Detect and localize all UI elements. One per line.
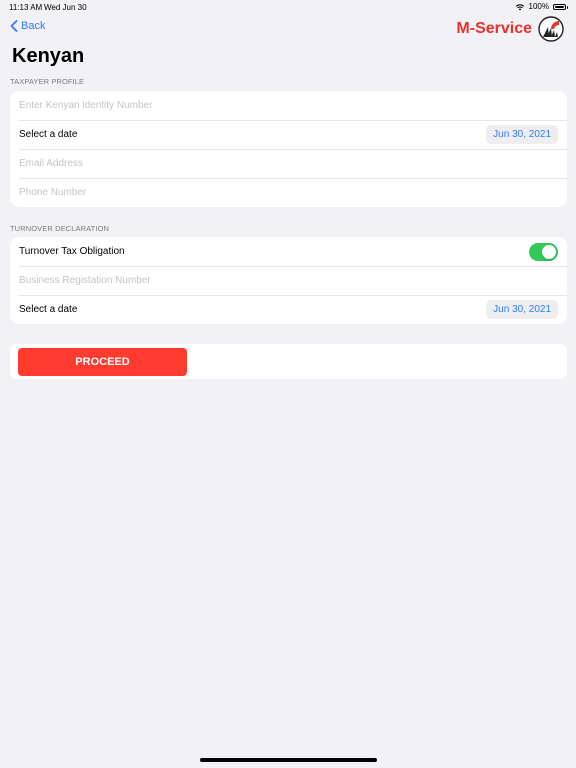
wifi-icon xyxy=(515,3,524,10)
profile-date-picker[interactable]: Jun 30, 2021 xyxy=(486,125,558,144)
proceed-button[interactable]: PROCEED xyxy=(18,348,187,376)
identity-number-row xyxy=(10,91,567,120)
profile-date-label: Select a date xyxy=(19,129,78,140)
battery-icon xyxy=(553,3,568,10)
proceed-group: PROCEED xyxy=(10,344,567,379)
email-row xyxy=(10,149,567,178)
chevron-left-icon xyxy=(10,20,18,32)
registration-number-row xyxy=(10,266,567,295)
battery-level xyxy=(555,5,564,8)
turnover-date-picker[interactable]: Jun 30, 2021 xyxy=(486,300,558,319)
status-bar: 11:13 AM Wed Jun 30 100% xyxy=(0,0,576,14)
taxpayer-profile-header: TAXPAYER PROFILE xyxy=(10,77,85,86)
registration-number-input[interactable] xyxy=(19,275,558,286)
brand: M-Service xyxy=(456,16,564,42)
status-date: Wed Jun 30 xyxy=(44,3,87,12)
taxpayer-profile-group: Select a date Jun 30, 2021 xyxy=(10,91,567,207)
navigation-bar: Back M-Service xyxy=(0,16,576,46)
brand-logo-icon xyxy=(538,16,564,42)
back-label: Back xyxy=(21,20,46,32)
battery-percentage: 100% xyxy=(528,2,549,11)
back-button[interactable]: Back xyxy=(10,20,45,32)
turnover-obligation-label: Turnover Tax Obligation xyxy=(19,246,125,257)
status-time: 11:13 AM xyxy=(9,3,43,12)
page-title: Kenyan xyxy=(12,45,85,67)
turnover-obligation-row: Turnover Tax Obligation xyxy=(10,237,567,266)
turnover-date-row: Select a date Jun 30, 2021 xyxy=(10,295,567,324)
email-input[interactable] xyxy=(19,158,558,169)
identity-number-input[interactable] xyxy=(19,100,558,111)
toggle-knob xyxy=(542,244,556,259)
home-indicator xyxy=(200,758,377,762)
turnover-date-label: Select a date xyxy=(19,304,78,315)
turnover-declaration-group: Turnover Tax Obligation Select a date Ju… xyxy=(10,237,567,324)
turnover-declaration-header: TURNOVER DECLARATION xyxy=(10,224,109,233)
phone-row xyxy=(10,178,567,207)
phone-input[interactable] xyxy=(19,187,558,198)
status-indicators: 100% xyxy=(515,2,568,11)
brand-name: M-Service xyxy=(456,20,532,37)
turnover-obligation-toggle[interactable] xyxy=(529,242,558,261)
profile-date-row: Select a date Jun 30, 2021 xyxy=(10,120,567,149)
